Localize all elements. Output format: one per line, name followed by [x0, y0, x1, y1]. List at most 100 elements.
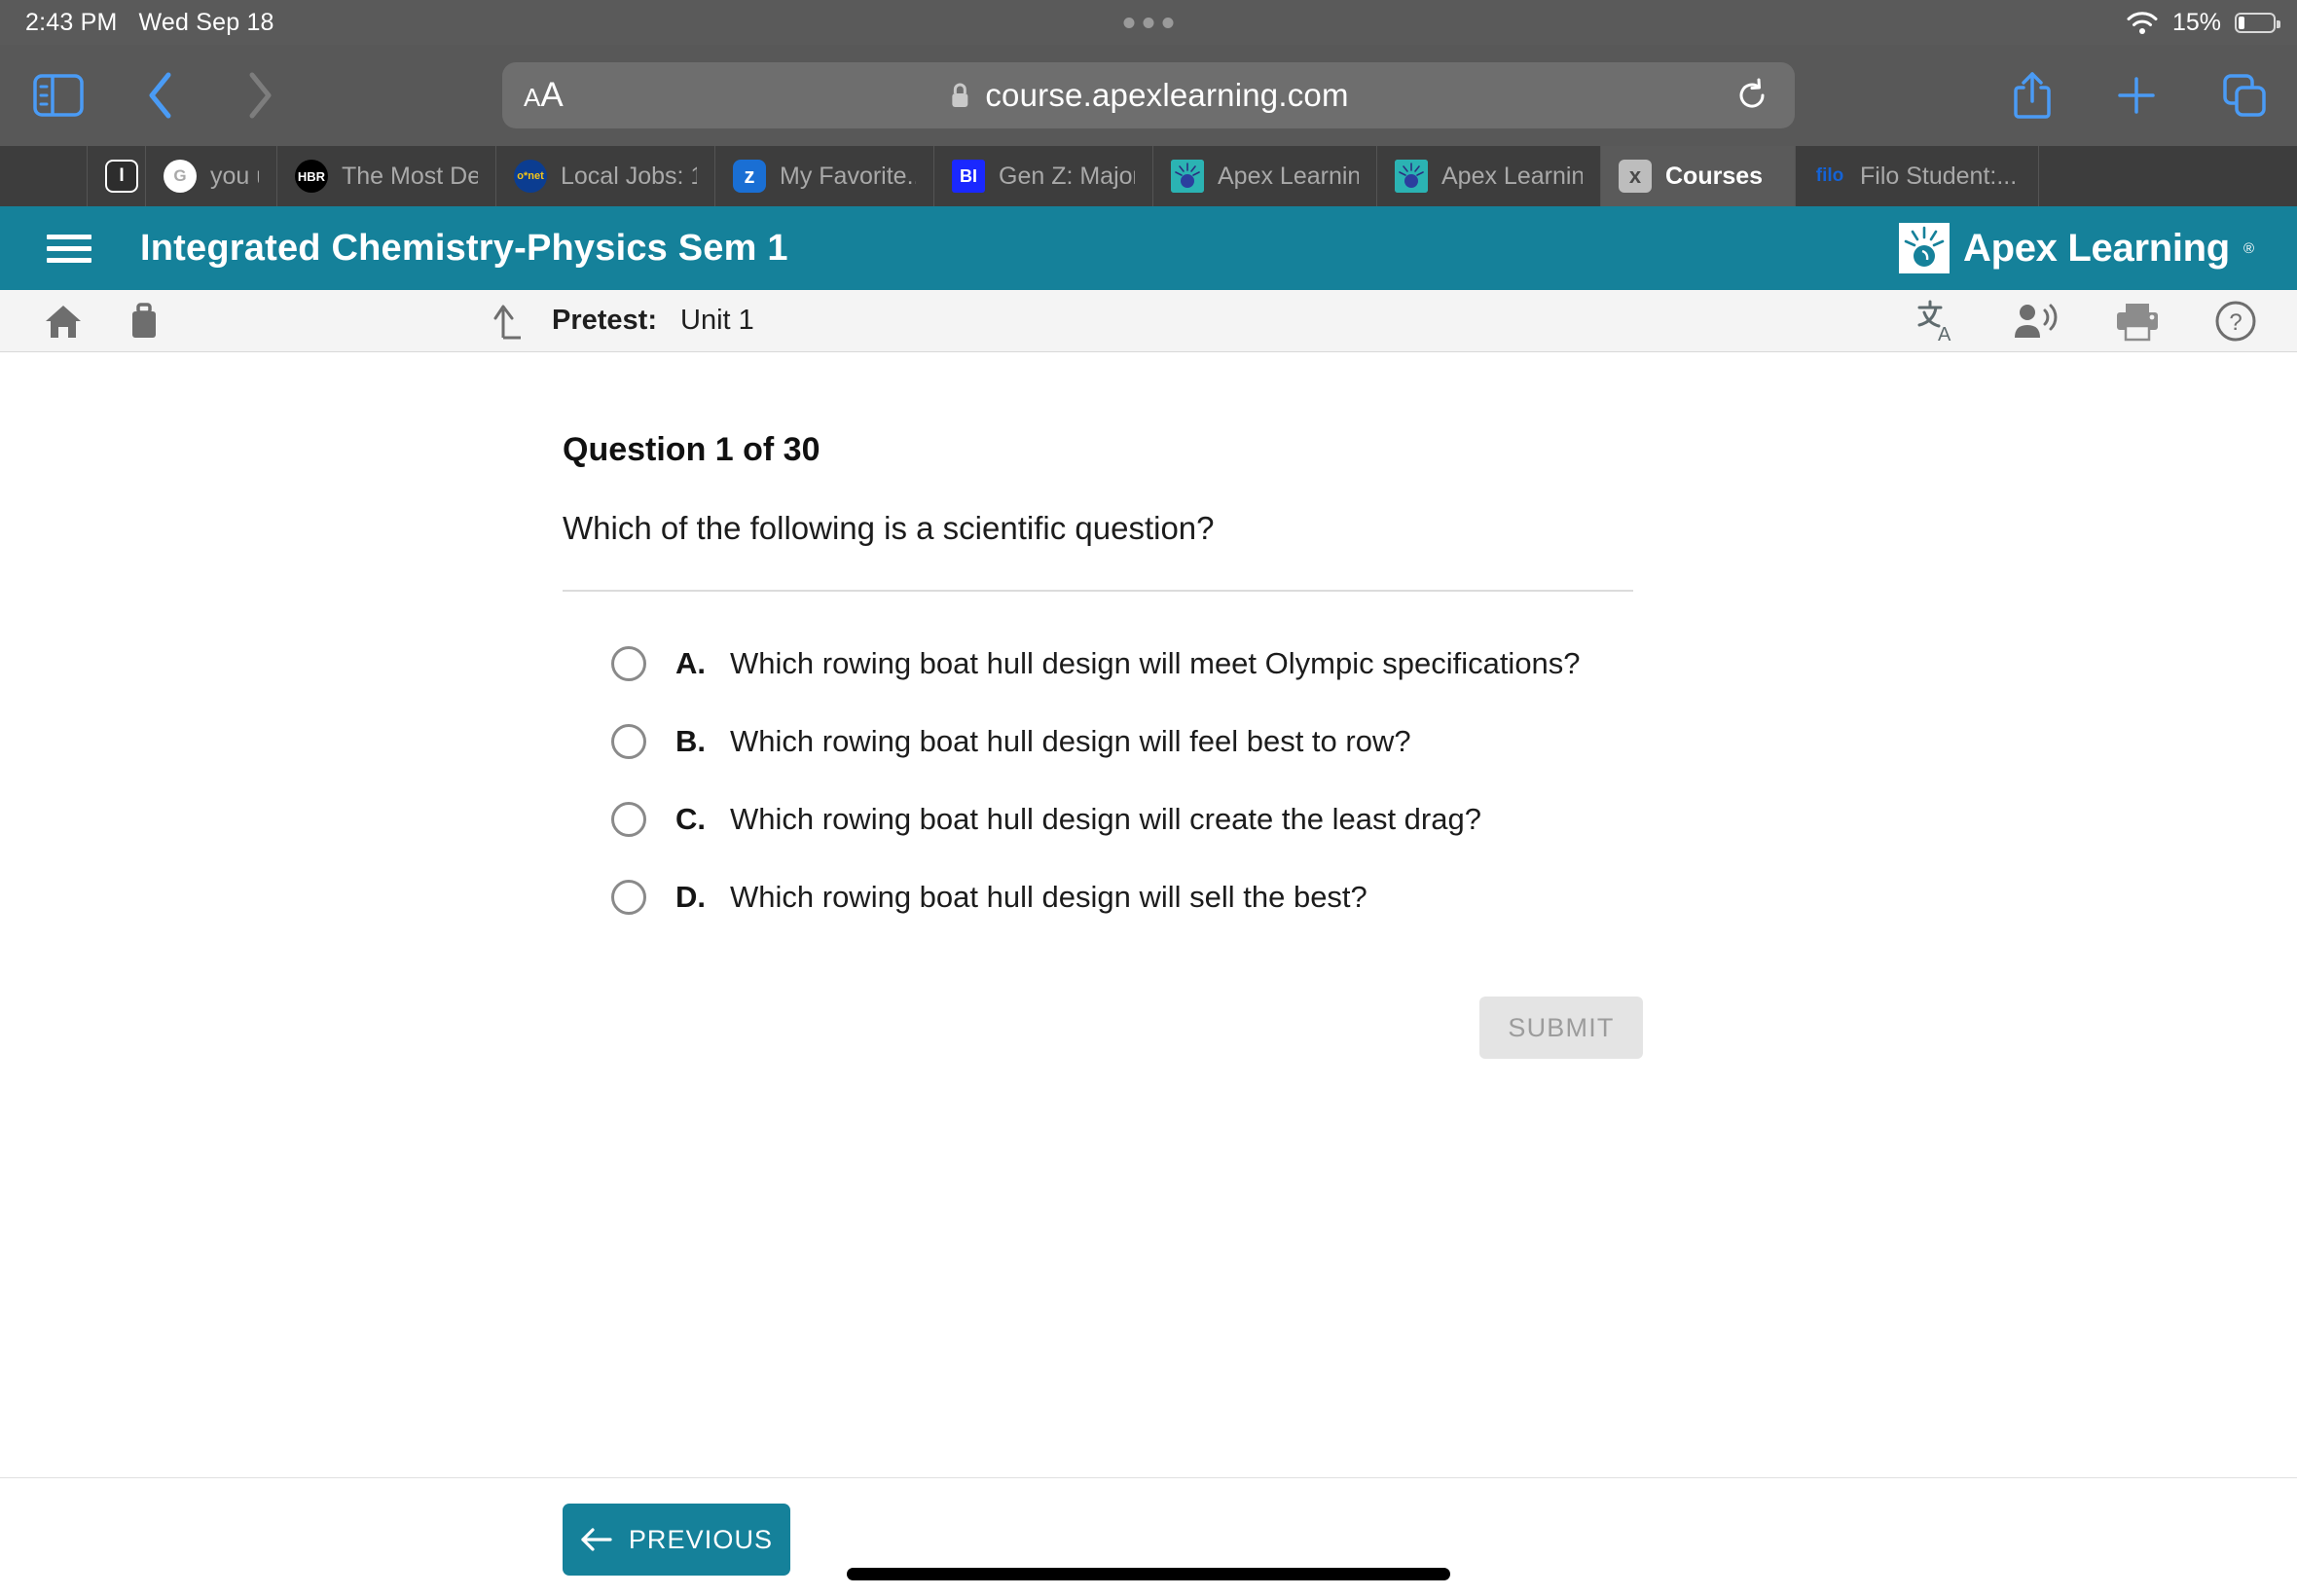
plus-icon[interactable]	[2116, 75, 2157, 116]
course-title: Integrated Chemistry-Physics Sem 1	[140, 227, 788, 269]
svg-text:A: A	[1938, 324, 1951, 344]
browser-tab[interactable]: z My Favorite...	[715, 146, 934, 206]
apex-sunburst-logo-mark	[1899, 223, 1950, 273]
zety-favicon: z	[733, 160, 766, 193]
print-icon[interactable]	[2114, 301, 2161, 342]
aa-big-letter: A	[540, 76, 564, 114]
browser-tab-label: Filo Student:...	[1860, 162, 2018, 190]
status-bar-right: 15%	[2126, 8, 2280, 37]
answer-choice[interactable]: D. Which rowing boat hull design will sel…	[563, 858, 1643, 936]
apex-brand-name: Apex Learning	[1963, 226, 2230, 270]
share-icon[interactable]	[2013, 70, 2052, 121]
instagram-favicon: I	[105, 160, 138, 193]
activity-type-label: Pretest:	[552, 305, 657, 336]
url-display[interactable]: course.apexlearning.com	[948, 77, 1348, 114]
blank-favicon	[18, 160, 51, 193]
browser-tab-label: Gen Z: Major...	[999, 162, 1135, 190]
previous-button[interactable]: PREVIOUS	[563, 1504, 790, 1576]
x-favicon: x	[1619, 160, 1652, 193]
previous-button-label: PREVIOUS	[628, 1524, 774, 1554]
status-bar-center-dots	[1123, 17, 1174, 28]
home-indicator[interactable]	[847, 1568, 1450, 1580]
browser-tab[interactable]: BI Gen Z: Major...	[934, 146, 1153, 206]
question-heading: Question 1 of 30	[563, 431, 820, 468]
answer-radio-button[interactable]	[611, 802, 646, 837]
browser-tab-label: Apex Learning	[1218, 162, 1359, 190]
reload-icon[interactable]	[1734, 78, 1769, 113]
business-insider-favicon: BI	[952, 160, 985, 193]
status-bar-left: 2:43 PM Wed Sep 18	[25, 9, 274, 37]
browser-tab[interactable]: Gyou u	[146, 146, 277, 206]
question-content-area: Question 1 of 30 Which of the following …	[0, 353, 2297, 1477]
course-header: Integrated Chemistry-Physics Sem 1 Apex …	[0, 206, 2297, 290]
question-stem: Which of the following is a scientific q…	[563, 510, 1215, 546]
answer-choice[interactable]: A. Which rowing boat hull design will mee…	[563, 625, 1643, 703]
answer-choice-text: Which rowing boat hull design will creat…	[730, 802, 1481, 836]
home-icon[interactable]	[43, 302, 84, 341]
browser-nav-group	[0, 68, 284, 123]
status-date: Wed Sep 18	[138, 8, 274, 36]
browser-tab[interactable]: x Courses	[1601, 146, 1796, 206]
browser-tab[interactable]: I	[88, 146, 146, 206]
hbr-favicon: HBR	[295, 160, 328, 193]
onet-favicon: o*net	[514, 160, 547, 193]
screen-root: 2:43 PM Wed Sep 18 15% A A course.apexle…	[0, 0, 2297, 1596]
url-text: course.apexlearning.com	[985, 77, 1349, 113]
help-circle-icon[interactable]: ?	[2213, 299, 2258, 344]
browser-actions-group	[2013, 70, 2268, 121]
arrow-up-left-icon[interactable]	[492, 302, 529, 341]
google-favicon: G	[164, 160, 197, 193]
battery-icon	[2235, 12, 2280, 33]
answer-choice-letter: A.	[675, 646, 706, 680]
browser-tab-label: The Most De...	[342, 162, 478, 190]
question-panel: Question 1 of 30 Which of the following …	[563, 353, 1643, 1059]
browser-tab-label: Local Jobs: 1...	[561, 162, 697, 190]
answer-choice[interactable]: B. Which rowing boat hull design will fee…	[563, 703, 1643, 780]
answer-choice-text: Which rowing boat hull design will meet …	[730, 646, 1581, 680]
forward-button[interactable]	[236, 68, 284, 123]
answer-choice-letter: B.	[675, 724, 706, 758]
browser-tab[interactable]: filo Filo Student:...	[1796, 146, 2039, 206]
apex-learning-logo: Apex Learning ®	[1899, 223, 2254, 273]
arrow-left-icon	[580, 1527, 613, 1552]
lock-icon	[948, 81, 971, 110]
read-aloud-icon[interactable]	[2013, 301, 2061, 342]
answer-choice-text: Which rowing boat hull design will feel …	[730, 724, 1411, 758]
browser-tab[interactable]: o*net Local Jobs: 1...	[496, 146, 715, 206]
wifi-icon	[2126, 10, 2159, 35]
answer-radio-button[interactable]	[611, 724, 646, 759]
activity-unit-label: Unit 1	[680, 305, 754, 336]
address-bar[interactable]: AA course.apexlearning.com	[502, 62, 1795, 128]
activity-toolbar: Pretest: Unit 1 A ?	[0, 290, 2297, 352]
tabs-overview-icon[interactable]	[2221, 72, 2268, 119]
registered-trademark: ®	[2242, 239, 2254, 257]
briefcase-icon[interactable]	[125, 302, 164, 341]
browser-tab[interactable]	[0, 146, 88, 206]
question-divider	[563, 590, 1633, 592]
svg-text:?: ?	[2229, 309, 2242, 336]
activity-toolbar-left	[43, 302, 164, 341]
dot-icon	[1123, 17, 1135, 28]
aa-small-letter: A	[524, 83, 541, 112]
apex-favicon	[1395, 160, 1428, 193]
back-button[interactable]	[136, 68, 185, 123]
battery-percent: 15%	[2171, 8, 2221, 36]
browser-tab[interactable]: HBR The Most De...	[277, 146, 496, 206]
browser-tab-strip[interactable]: IGyou u HBR The Most De... o*net Local Jobs:…	[0, 146, 2297, 206]
filo-favicon: filo	[1815, 165, 1844, 186]
answer-choice-letter: C.	[675, 802, 706, 836]
sidebar-icon[interactable]	[31, 68, 86, 123]
answer-choice-letter: D.	[675, 880, 706, 914]
browser-tab[interactable]: Apex Learning	[1153, 146, 1377, 206]
submit-button[interactable]: SUBMIT	[1479, 997, 1643, 1059]
answer-choice[interactable]: C. Which rowing boat hull design will cre…	[563, 780, 1643, 858]
text-size-button[interactable]: AA	[524, 76, 564, 115]
answer-radio-button[interactable]	[611, 646, 646, 681]
answer-radio-button[interactable]	[611, 880, 646, 915]
hamburger-menu-icon[interactable]	[47, 234, 93, 263]
browser-tab[interactable]: Apex Learning	[1377, 146, 1601, 206]
apex-favicon	[1171, 160, 1204, 193]
submit-row: SUBMIT	[563, 997, 1643, 1059]
translate-icon[interactable]: A	[1915, 299, 1960, 344]
browser-tab-label: Apex Learning	[1441, 162, 1583, 190]
